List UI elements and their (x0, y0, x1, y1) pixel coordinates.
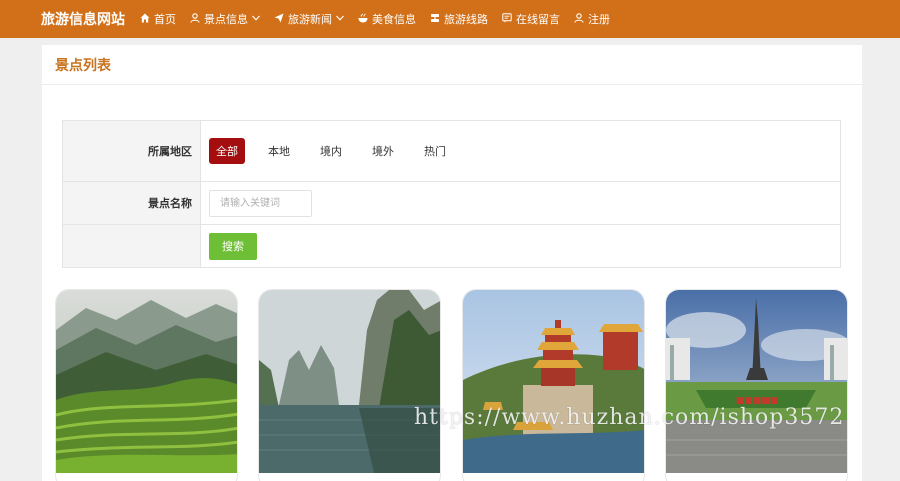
user-icon (573, 12, 585, 26)
chevron-down-icon (336, 14, 344, 24)
region-option-local[interactable]: 本地 (261, 138, 297, 164)
search-button[interactable]: 搜索 (209, 232, 257, 260)
route-icon (429, 13, 441, 26)
empty-label-cell (63, 225, 201, 267)
message-icon (501, 12, 513, 26)
send-icon (273, 13, 285, 26)
region-options: 全部 本地 境内 境外 热门 (202, 121, 840, 181)
home-icon (139, 13, 151, 26)
nav-item-label: 首页 (154, 13, 176, 26)
chevron-down-icon (252, 14, 260, 24)
nav-item-home[interactable]: 首页 (139, 11, 176, 27)
region-filter-row: 所属地区 全部 本地 境内 境外 热门 (63, 121, 840, 182)
scenic-image-karst-lake[interactable] (259, 290, 440, 473)
nav-item-label: 旅游新闻 (288, 13, 332, 26)
scenic-image-chinese-pagoda[interactable] (463, 290, 644, 473)
scenic-image-terraced-mountains[interactable] (56, 290, 237, 473)
nav-item-label: 景点信息 (204, 13, 248, 26)
nav-item-label: 旅游线路 (444, 13, 488, 26)
site-brand[interactable]: 旅游信息网站 (41, 9, 125, 29)
region-option-all[interactable]: 全部 (209, 138, 245, 164)
scenic-card[interactable]: ■■■■■ (665, 289, 848, 481)
name-filter-row: 景点名称 (63, 182, 840, 225)
nav-item-food[interactable]: 美食信息 (357, 11, 416, 27)
nav-item-scenic[interactable]: 景点信息 (189, 11, 260, 27)
nav-item-messages[interactable]: 在线留言 (501, 11, 560, 27)
nav-item-register[interactable]: 注册 (573, 11, 610, 27)
region-option-popular[interactable]: 热门 (417, 138, 453, 164)
page-title: 景点列表 (42, 45, 862, 85)
name-input-cell (202, 182, 840, 224)
nav-item-label: 注册 (588, 13, 610, 26)
scenic-card[interactable] (258, 289, 441, 481)
food-icon (357, 13, 369, 26)
region-label: 所属地区 (63, 121, 201, 181)
svg-text:■■■■■: ■■■■■ (736, 396, 779, 406)
nav-item-news[interactable]: 旅游新闻 (273, 11, 344, 27)
nav-item-label: 在线留言 (516, 13, 560, 26)
button-cell: 搜索 (202, 225, 840, 267)
nav-item-label: 美食信息 (372, 13, 416, 26)
top-navbar: 旅游信息网站 首页 景点信息 旅游新闻 美食信息 旅游线路 在线留言 注册 (0, 0, 900, 38)
scenic-card[interactable] (55, 289, 238, 481)
user-icon (189, 12, 201, 26)
region-option-abroad[interactable]: 境外 (365, 138, 401, 164)
button-row: 搜索 (63, 225, 840, 267)
filter-table: 所属地区 全部 本地 境内 境外 热门 景点名称 搜索 (62, 120, 841, 268)
region-option-domestic[interactable]: 境内 (313, 138, 349, 164)
name-label: 景点名称 (63, 182, 201, 224)
scenic-card[interactable] (462, 289, 645, 481)
search-input[interactable] (209, 189, 312, 217)
nav-item-routes[interactable]: 旅游线路 (429, 11, 488, 27)
scenic-image-eiffel-replica[interactable]: ■■■■■ (666, 290, 847, 473)
